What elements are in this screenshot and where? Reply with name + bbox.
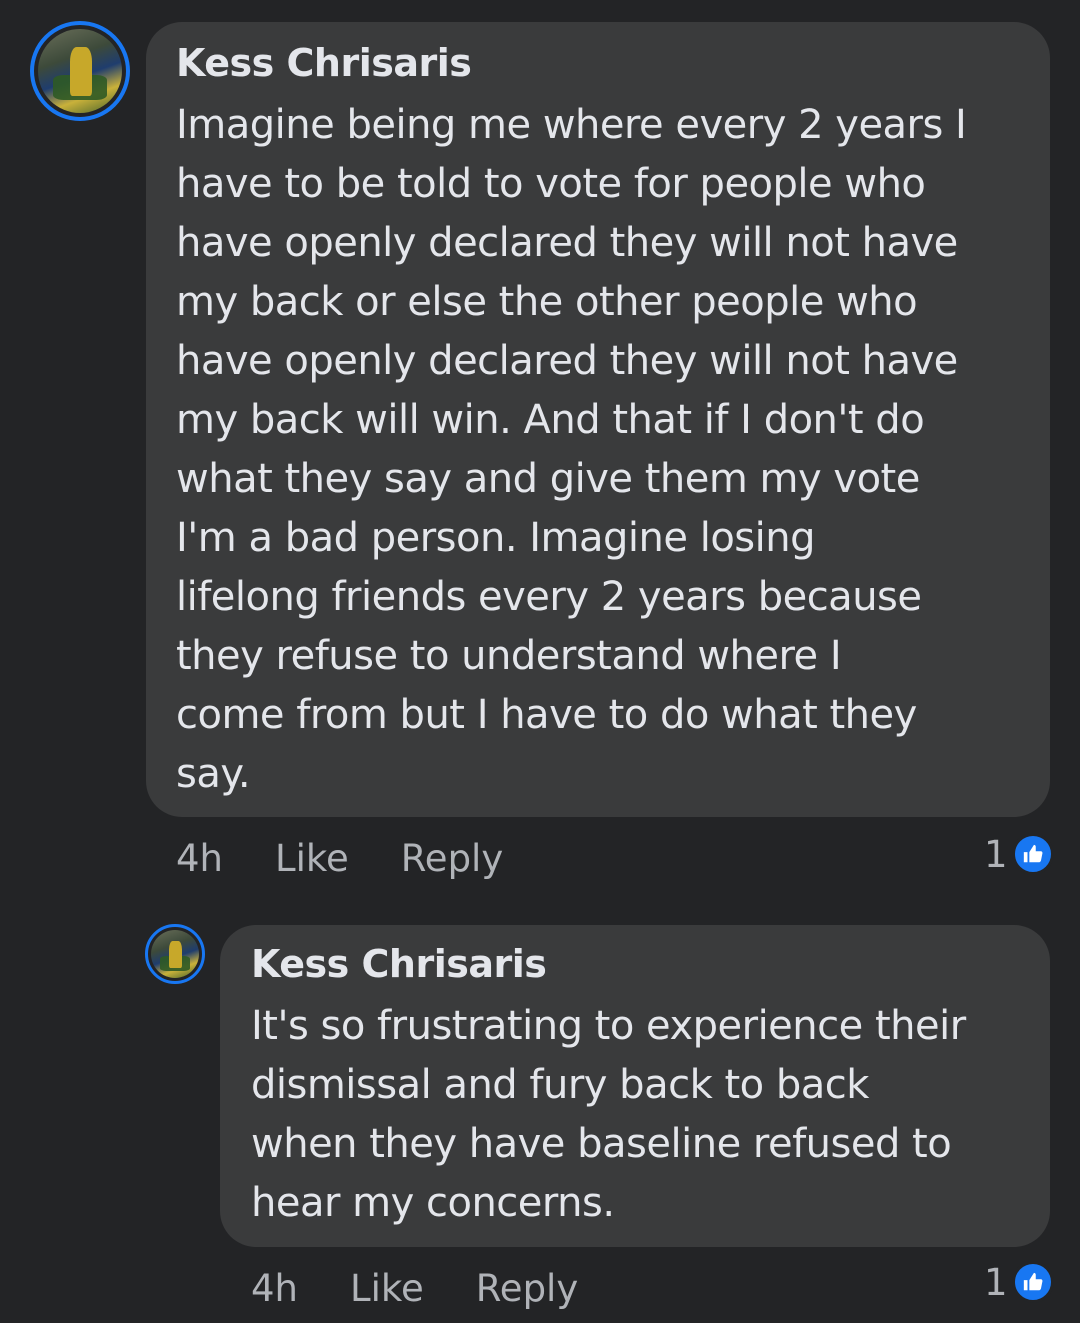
comment-timestamp[interactable]: 4h — [176, 837, 223, 880]
comment-text: Imagine being me where every 2 years I h… — [176, 102, 967, 797]
comment-text: It's so frustrating to experience their … — [251, 1003, 966, 1226]
like-button[interactable]: Like — [350, 1267, 424, 1310]
like-button[interactable]: Like — [275, 837, 349, 880]
thumbs-up-icon — [1011, 1261, 1054, 1303]
comment-author[interactable]: Kess Chrisaris — [251, 941, 1020, 987]
comment: Kess Chrisaris Imagine being me where ev… — [0, 0, 1080, 900]
avatar-image — [151, 930, 199, 978]
comment-actions: 4h Like Reply — [251, 1264, 630, 1312]
thumbs-up-icon — [1011, 833, 1054, 875]
avatar[interactable] — [30, 21, 130, 121]
reaction-summary[interactable]: 1 — [984, 830, 1054, 878]
avatar-image — [38, 29, 122, 113]
comment-bubble: Kess Chrisaris Imagine being me where ev… — [146, 22, 1050, 817]
reply-comment: Kess Chrisaris It's so frustrating to ex… — [0, 900, 1080, 1323]
avatar[interactable] — [145, 924, 205, 984]
reaction-count: 1 — [984, 832, 1008, 876]
comment-bubble: Kess Chrisaris It's so frustrating to ex… — [220, 925, 1050, 1247]
comment-timestamp[interactable]: 4h — [251, 1267, 298, 1310]
reaction-count: 1 — [984, 1260, 1008, 1304]
comment-author[interactable]: Kess Chrisaris — [176, 40, 1020, 86]
comment-actions: 4h Like Reply — [176, 834, 555, 882]
reply-button[interactable]: Reply — [401, 837, 503, 880]
reaction-summary[interactable]: 1 — [984, 1258, 1054, 1306]
reply-button[interactable]: Reply — [476, 1267, 578, 1310]
